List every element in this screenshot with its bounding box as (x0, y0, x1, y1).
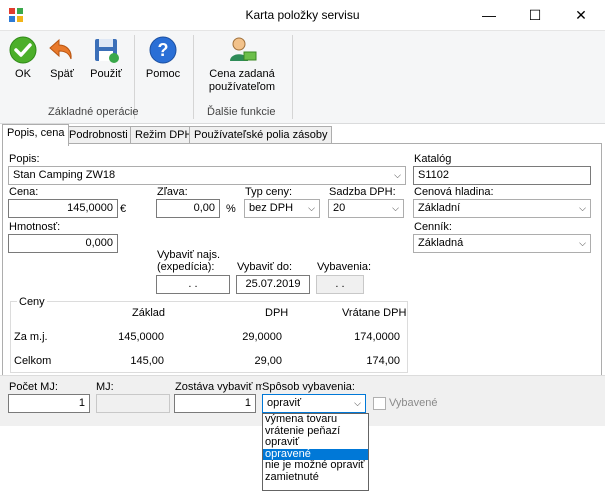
title-bar: Karta položky servisu — ☐ ✕ (0, 0, 605, 31)
cenova-hladina-select[interactable]: Základní ⌵ (413, 199, 591, 218)
vybavit-najs-label: Vybaviť najs. (expedícia): (157, 249, 221, 273)
vybavene-checkbox[interactable] (373, 397, 386, 410)
ceny-header-vratane: Vrátane DPH (342, 307, 407, 319)
cenova-hladina-value: Základní (418, 202, 461, 214)
ok-label: OK (15, 68, 31, 80)
pocet-mj-label: Počet MJ: (9, 381, 58, 393)
hmotnost-label: Hmotnosť: (9, 221, 61, 233)
minimize-button[interactable]: — (466, 0, 512, 30)
dropdown-option[interactable]: výmena tovaru (263, 414, 368, 426)
maximize-button[interactable]: ☐ (512, 0, 558, 30)
ceny-cell-vratane: 174,0000 (354, 331, 400, 343)
undo-arrow-icon (44, 35, 80, 65)
sadzba-dph-select[interactable]: 20 ⌵ (328, 199, 404, 218)
ceny-row-label: Celkom (14, 355, 52, 367)
dropdown-option[interactable]: zamietnuté (263, 471, 368, 484)
apply-button[interactable]: Použiť (86, 35, 126, 91)
vybavit-do-field[interactable]: 25.07.2019 (236, 275, 310, 294)
svg-text:?: ? (158, 40, 169, 60)
ceny-cell-vratane: 174,00 (366, 355, 400, 367)
vybavenia-label: Vybavenia: (317, 261, 372, 273)
ceny-header-zaklad: Základ (132, 307, 166, 319)
help-label: Pomoc (145, 68, 181, 80)
chevron-down-icon: ⌵ (354, 398, 361, 408)
back-button[interactable]: Späť (44, 35, 80, 91)
typ-ceny-value: bez DPH (249, 202, 294, 214)
ceny-row-label: Za m.j. (14, 331, 48, 343)
popis-value: Stan Camping ZW18 (13, 169, 116, 181)
cenova-hladina-label: Cenová hladina: (414, 186, 494, 198)
percent-label: % (226, 203, 236, 215)
ceny-cell-dph: 29,0000 (242, 331, 282, 343)
sadzba-dph-value: 20 (333, 202, 346, 214)
ceny-header-dph: DPH (265, 307, 289, 319)
back-label: Späť (50, 68, 74, 80)
chevron-down-icon: ⌵ (392, 203, 399, 213)
currency-label: € (120, 203, 127, 215)
user-money-icon (200, 35, 284, 65)
ceny-cell-zaklad: 145,0000 (118, 331, 164, 343)
ok-button[interactable]: OK (5, 35, 41, 91)
mj-field (96, 394, 170, 413)
cena-label: Cena: (9, 186, 39, 198)
popis-label: Popis: (9, 153, 40, 165)
cennik-value: Základná (418, 237, 464, 249)
chevron-down-icon: ⌵ (308, 203, 315, 213)
dropdown-option[interactable]: nie je možné opraviť (263, 460, 368, 472)
sposob-dropdown-list[interactable]: výmena tovaru vrátenie peňazí opraviť op… (262, 413, 369, 491)
help-icon: ? (141, 35, 185, 65)
katalog-field[interactable]: S1102 (413, 166, 591, 185)
sposob-label: Spôsob vybavenia: (262, 381, 355, 393)
ribbon-group-other-label: Ďalšie funkcie (207, 106, 276, 118)
ceny-cell-dph: 29,00 (254, 355, 282, 367)
dropdown-option[interactable]: opraviť (263, 437, 368, 449)
check-icon (5, 35, 41, 65)
apply-label: Použiť (90, 68, 122, 80)
zlava-label: Zľava: (157, 186, 188, 198)
vybavene-label: Vybavené (389, 397, 438, 409)
save-disk-icon (86, 35, 126, 65)
mj-label: MJ: (96, 381, 114, 393)
popis-combo[interactable]: Stan Camping ZW18 ⌵ (8, 166, 406, 185)
sadzba-dph-label: Sadzba DPH: (329, 186, 396, 198)
zostava-field[interactable]: 1 (174, 394, 256, 413)
ribbon-separator (193, 35, 194, 119)
sposob-select[interactable]: opraviť ⌵ (262, 394, 366, 413)
ceny-group-label: Ceny (17, 296, 47, 308)
help-button[interactable]: ? Pomoc (141, 35, 185, 91)
ribbon-separator (292, 35, 293, 119)
vybavit-do-label: Vybaviť do: (237, 261, 293, 273)
ribbon-group-basic-label: Základné operácie (48, 106, 139, 118)
cena-field[interactable]: 145,0000 (8, 199, 118, 218)
typ-ceny-label: Typ ceny: (245, 186, 293, 198)
ceny-cell-zaklad: 145,00 (130, 355, 164, 367)
cennik-select[interactable]: Základná ⌵ (413, 234, 591, 253)
zlava-field[interactable]: 0,00 (156, 199, 220, 218)
chevron-down-icon: ⌵ (394, 170, 401, 180)
chevron-down-icon: ⌵ (579, 203, 586, 213)
ribbon: OK Späť Použiť ? Pomoc Cena zadaná použí… (0, 31, 605, 124)
typ-ceny-select[interactable]: bez DPH ⌵ (244, 199, 320, 218)
vybavit-najs-field[interactable]: . . (156, 275, 230, 294)
pocet-mj-field[interactable]: 1 (8, 394, 90, 413)
user-price-label: Cena zadaná používateľom (208, 68, 276, 93)
hmotnost-field[interactable]: 0,000 (8, 234, 118, 253)
tab-popis-cena[interactable]: Popis, cena (2, 124, 70, 146)
user-price-button[interactable]: Cena zadaná používateľom (200, 35, 284, 93)
sposob-value: opraviť (267, 397, 302, 409)
cennik-label: Cenník: (414, 221, 452, 233)
katalog-label: Katalóg (414, 153, 452, 165)
close-button[interactable]: ✕ (558, 0, 604, 30)
chevron-down-icon: ⌵ (579, 238, 586, 248)
vybavenia-field: . . (316, 275, 364, 294)
